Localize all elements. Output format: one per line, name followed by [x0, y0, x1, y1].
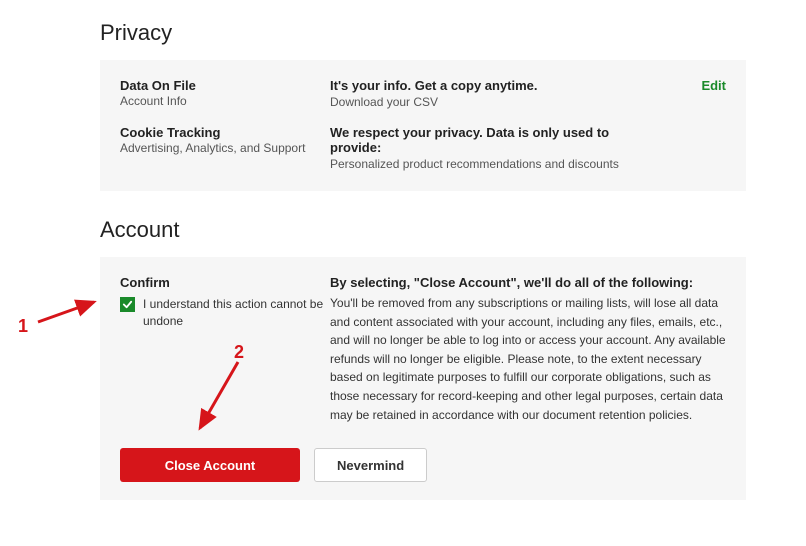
confirm-block: I understand this action cannot be undon…	[120, 296, 330, 330]
edit-link[interactable]: Edit	[701, 78, 726, 93]
data-on-file-row: Data On File Account Info It's your info…	[120, 78, 726, 111]
button-row: Close Account Nevermind	[120, 448, 726, 482]
cookie-desc: Personalized product recommendations and…	[330, 155, 646, 173]
confirm-title: Confirm	[120, 275, 330, 290]
privacy-heading: Privacy	[100, 20, 746, 46]
data-on-file-head: It's your info. Get a copy anytime.	[330, 78, 646, 93]
confirm-checkbox[interactable]	[120, 297, 135, 312]
data-on-file-sub: Account Info	[120, 93, 330, 110]
cookie-head: We respect your privacy. Data is only us…	[330, 125, 646, 155]
privacy-panel: Data On File Account Info It's your info…	[100, 60, 746, 191]
annotation-1-arrow	[32, 298, 102, 328]
close-account-head: By selecting, "Close Account", we'll do …	[330, 275, 726, 290]
data-on-file-title: Data On File	[120, 78, 330, 93]
close-account-row: Confirm I understand this action cannot …	[120, 275, 726, 424]
annotation-1-label: 1	[18, 316, 28, 336]
nevermind-button[interactable]: Nevermind	[314, 448, 427, 482]
data-on-file-desc: Download your CSV	[330, 93, 646, 111]
close-account-button[interactable]: Close Account	[120, 448, 300, 482]
account-heading: Account	[100, 217, 746, 243]
cookie-title: Cookie Tracking	[120, 125, 330, 140]
cookie-tracking-row: Cookie Tracking Advertising, Analytics, …	[120, 125, 726, 173]
close-account-body: You'll be removed from any subscriptions…	[330, 294, 726, 424]
account-panel: Confirm I understand this action cannot …	[100, 257, 746, 500]
cookie-sub: Advertising, Analytics, and Support	[120, 140, 330, 157]
annotation-1: 1	[18, 316, 28, 337]
check-icon	[122, 299, 133, 310]
confirm-text: I understand this action cannot be undon…	[143, 296, 330, 330]
